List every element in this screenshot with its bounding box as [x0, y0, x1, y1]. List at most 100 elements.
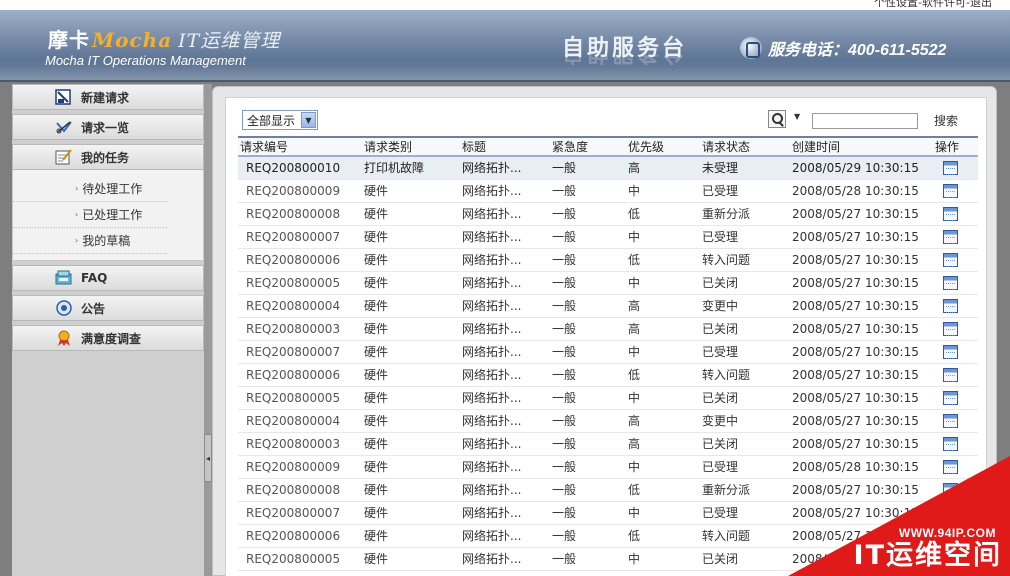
cell-id[interactable]: REQ200800005 [238, 386, 362, 410]
cell-title[interactable]: 网络拓扑... [460, 202, 550, 226]
sidebar-item-label: 我的任务 [81, 150, 130, 165]
cell-title[interactable]: 网络拓扑... [460, 501, 550, 525]
view-details-icon[interactable] [943, 298, 958, 313]
cell-id[interactable]: REQ200800010 [238, 156, 362, 180]
cell-urgency: 一般 [550, 317, 626, 341]
cell-id[interactable]: REQ200800008 [238, 202, 362, 226]
cell-category: 硬件 [362, 363, 460, 387]
view-details-icon[interactable] [943, 183, 958, 198]
top-links[interactable]: 个性设置-软件许可-退出 [874, 0, 992, 10]
chevron-down-icon[interactable]: ▼ [301, 112, 316, 128]
cell-title[interactable]: 网络拓扑... [460, 455, 550, 479]
cell-title[interactable]: 网络拓扑... [460, 478, 550, 502]
view-details-icon[interactable] [943, 275, 958, 290]
cell-id[interactable]: REQ200800007 [238, 225, 362, 249]
sidebar-item-my-tasks[interactable]: 我的任务 [12, 144, 204, 170]
view-details-icon[interactable] [943, 344, 958, 359]
search-icon[interactable] [768, 110, 786, 128]
sidebar-item-faq[interactable]: FAQ [12, 265, 204, 291]
table-row[interactable]: REQ200800006 硬件 网络拓扑... 一般低转入问题 2008/05/27 1… [238, 248, 978, 272]
cell-title[interactable]: 网络拓扑... [460, 294, 550, 318]
column-header[interactable]: 请求类别 [362, 136, 460, 157]
cell-id[interactable]: REQ200800005 [238, 547, 362, 571]
table-row[interactable]: REQ200800005 硬件 网络拓扑... 一般中已关闭 2008/05/27 10… [238, 386, 978, 410]
column-header[interactable]: 请求编号 [238, 136, 362, 157]
cell-id[interactable]: REQ200800006 [238, 524, 362, 548]
table-row[interactable]: REQ200800004 硬件 网络拓扑... 一般高变更中 2008/05/27 10… [238, 409, 978, 433]
table-row[interactable]: REQ200800007 硬件 网络拓扑... 一般中已受理 2008/05/27 10… [238, 225, 978, 249]
collapse-sidebar-handle[interactable]: ◂ [204, 434, 212, 482]
submenu-item-drafts[interactable]: › 我的草稿 [13, 228, 167, 254]
view-details-icon[interactable] [943, 206, 958, 221]
view-details-icon[interactable] [943, 413, 958, 428]
table-row[interactable]: REQ200800009 硬件 网络拓扑... 一般中已受理 2008/05/28 10… [238, 179, 978, 203]
cell-id[interactable]: REQ200800005 [238, 271, 362, 295]
sidebar-item-survey[interactable]: 满意度调查 [12, 325, 204, 351]
submenu-item-label: 待处理工作 [82, 182, 143, 196]
view-details-icon[interactable] [943, 321, 958, 336]
sidebar-item-announcement[interactable]: 公告 [12, 295, 204, 321]
top-links-text[interactable]: 个性设置-软件许可-退出 [874, 0, 992, 9]
view-details-icon[interactable] [943, 252, 958, 267]
cell-id[interactable]: REQ200800007 [238, 501, 362, 525]
cell-title[interactable]: 网络拓扑... [460, 524, 550, 548]
bullet-arrow-icon: › [75, 210, 79, 219]
cell-title[interactable]: 网络拓扑... [460, 156, 550, 180]
column-header[interactable]: 优先级 [626, 136, 700, 157]
column-header[interactable]: 创建时间 [790, 136, 933, 157]
cell-id[interactable]: REQ200800007 [238, 340, 362, 364]
table-row[interactable]: REQ200800007 硬件 网络拓扑... 一般中已受理 2008/05/27 10… [238, 340, 978, 364]
cell-title[interactable]: 网络拓扑... [460, 179, 550, 203]
cell-id[interactable]: REQ200800009 [238, 179, 362, 203]
cell-id[interactable]: REQ200800006 [238, 363, 362, 387]
cell-title[interactable]: 网络拓扑... [460, 248, 550, 272]
cell-id[interactable]: REQ200800008 [238, 478, 362, 502]
cell-status: 已受理 [700, 455, 790, 479]
cell-id[interactable]: REQ200800003 [238, 432, 362, 456]
view-details-icon[interactable] [943, 161, 958, 175]
search-button[interactable]: 搜索 [934, 112, 958, 129]
column-header[interactable]: 紧急度 [550, 136, 626, 157]
view-details-icon[interactable] [943, 367, 958, 382]
my-tasks-submenu: › 待处理工作 › 已处理工作 › 我的草稿 [12, 170, 204, 261]
view-details-icon[interactable] [943, 436, 958, 451]
filter-select[interactable]: 全部显示 ▼ [242, 110, 318, 130]
table-row[interactable]: REQ200800003 硬件 网络拓扑... 一般高已关闭 2008/05/27 10… [238, 432, 978, 456]
cell-title[interactable]: 网络拓扑... [460, 409, 550, 433]
cell-title[interactable]: 网络拓扑... [460, 363, 550, 387]
column-header[interactable]: 标题 [460, 136, 550, 157]
column-header[interactable]: 请求状态 [700, 136, 790, 157]
table-row[interactable]: REQ200800005 硬件 网络拓扑... 一般中已关闭 2008/05/27 10… [238, 271, 978, 295]
cell-title[interactable]: 网络拓扑... [460, 547, 550, 571]
cell-urgency: 一般 [550, 455, 626, 479]
sidebar-item-new-request[interactable]: 新建请求 [12, 84, 204, 110]
cell-id[interactable]: REQ200800009 [238, 455, 362, 479]
cell-category: 硬件 [362, 501, 460, 525]
logo-sub: IT运维管理 [178, 30, 281, 52]
cell-id[interactable]: REQ200800004 [238, 409, 362, 433]
cell-priority: 中 [626, 455, 700, 479]
view-details-icon[interactable] [943, 390, 958, 405]
search-options-dropdown-icon[interactable]: ▼ [794, 112, 800, 121]
cell-id[interactable]: REQ200800003 [238, 317, 362, 341]
table-row[interactable]: REQ200800003 硬件 网络拓扑... 一般高已关闭 2008/05/27 10… [238, 317, 978, 341]
cell-title[interactable]: 网络拓扑... [460, 225, 550, 249]
cell-id[interactable]: REQ200800004 [238, 294, 362, 318]
cell-title[interactable]: 网络拓扑... [460, 317, 550, 341]
search-input[interactable] [812, 113, 918, 129]
cell-title[interactable]: 网络拓扑... [460, 271, 550, 295]
cell-priority: 中 [626, 501, 700, 525]
table-row[interactable]: REQ200800004 硬件 网络拓扑... 一般高变更中 2008/05/27 10… [238, 294, 978, 318]
cell-id[interactable]: REQ200800006 [238, 248, 362, 272]
cell-title[interactable]: 网络拓扑... [460, 340, 550, 364]
submenu-item-pending[interactable]: › 待处理工作 [13, 176, 167, 202]
table-row[interactable]: REQ200800010 打印机故障 网络拓扑... 一般高未受理 2008/05/29… [238, 156, 978, 180]
cell-title[interactable]: 网络拓扑... [460, 386, 550, 410]
table-row[interactable]: REQ200800006 硬件 网络拓扑... 一般低转入问题 2008/05/27 1… [238, 363, 978, 387]
cell-title[interactable]: 网络拓扑... [460, 432, 550, 456]
table-row[interactable]: REQ200800008 硬件 网络拓扑... 一般低重新分派 2008/05/27 1… [238, 202, 978, 226]
sidebar-item-request-list[interactable]: 请求一览 [12, 114, 204, 140]
page-title-reflection: 自助服务台 [562, 55, 687, 71]
view-details-icon[interactable] [943, 229, 958, 244]
submenu-item-processed[interactable]: › 已处理工作 [13, 202, 167, 228]
